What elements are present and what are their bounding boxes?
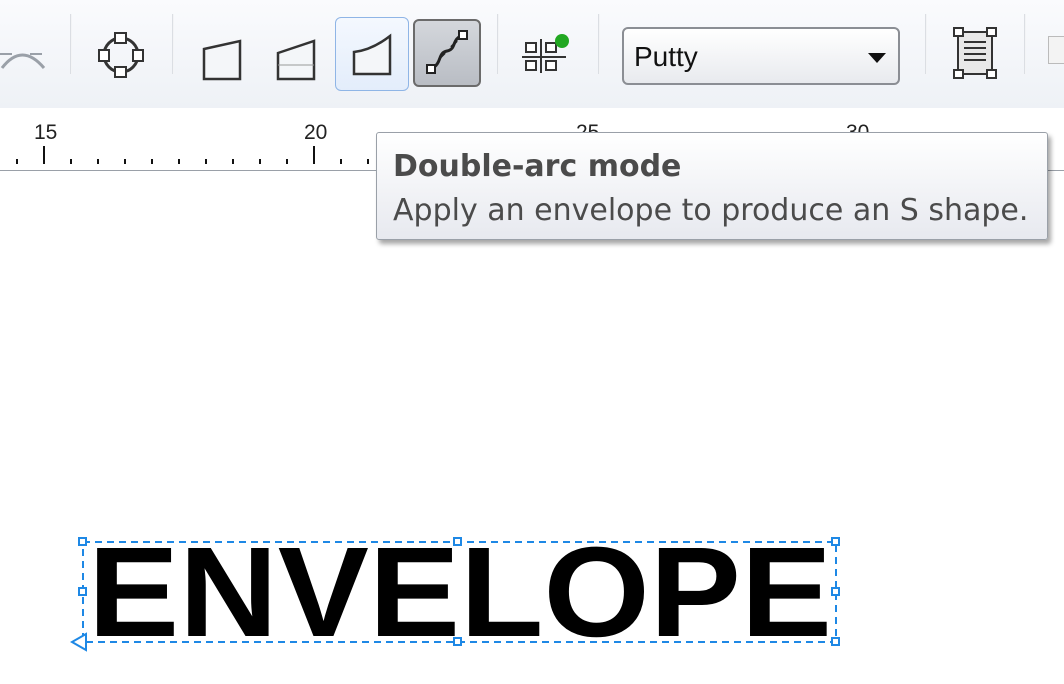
envelope-anchor-icon[interactable] xyxy=(69,632,87,652)
chevron-down-icon[interactable] xyxy=(868,53,886,63)
envelope-property-bar: Putty xyxy=(0,0,1064,109)
tooltip-title: Double-arc mode xyxy=(393,149,682,184)
envelope-nodes-icon xyxy=(98,32,144,78)
arc-mode-icon xyxy=(352,33,392,76)
mapping-mode-dropdown[interactable]: Putty xyxy=(622,27,900,85)
arc-mode-button[interactable] xyxy=(335,17,409,91)
single-arc-mode-button[interactable] xyxy=(267,30,325,88)
tooltip: Double-arc mode Apply an envelope to pro… xyxy=(376,132,1048,240)
double-arc-mode-icon xyxy=(426,30,468,74)
double-arc-mode-button[interactable] xyxy=(413,19,481,87)
add-envelope-icon xyxy=(522,34,569,73)
tooltip-description: Apply an envelope to produce an S shape. xyxy=(393,193,1029,228)
overflow-button[interactable] xyxy=(1048,36,1064,64)
straight-line-mode-button[interactable] xyxy=(193,30,251,88)
straight-line-mode-icon xyxy=(202,39,242,81)
envelope-text-object[interactable]: ENVELOPE xyxy=(69,520,840,664)
keep-lines-icon xyxy=(953,27,997,79)
add-envelope-button[interactable] xyxy=(516,26,576,84)
keep-lines-button[interactable] xyxy=(946,24,1004,82)
single-arc-mode-icon xyxy=(276,39,316,81)
envelope-nodes-button[interactable] xyxy=(92,26,150,84)
mapping-mode-value: Putty xyxy=(634,41,698,72)
bezier-curve-icon[interactable] xyxy=(0,30,52,82)
